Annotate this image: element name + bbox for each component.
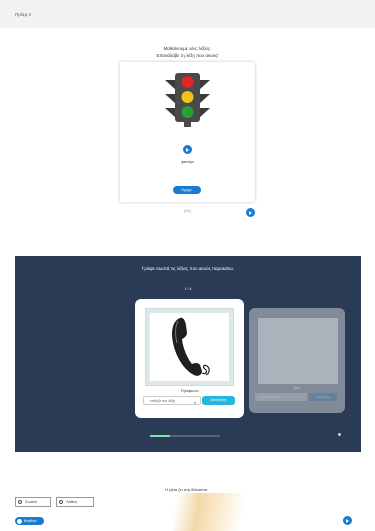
word-select-placeholder: επίλεξε την λέξη: [150, 399, 176, 403]
radio-icon: [18, 500, 22, 504]
exercise-panel: Γράψε σωστά τις λέξεις που ακούς παρακάτ…: [15, 256, 361, 452]
slide-counter: 1 / 4: [184, 287, 192, 291]
progress-fill: [150, 435, 170, 437]
record-button-label: Ηχογρ.: [181, 188, 193, 192]
red-light: [181, 76, 194, 88]
card-word-label: Τηλέφωνο: [180, 388, 199, 393]
preview-word-select: επίλεξε την λέξη: [255, 393, 307, 401]
preview-word-label: Ώρα: [293, 386, 301, 390]
record-button[interactable]: Ηχογρ.: [173, 186, 201, 194]
pager-dot[interactable]: [338, 433, 341, 436]
next-arrow-icon[interactable]: [246, 208, 255, 217]
instruction-subtitle: Επανάλαβε τη λέξη που ακούς!: [156, 53, 219, 58]
word-label: φανάρι: [181, 159, 194, 164]
option-false[interactable]: Λάθος: [56, 497, 94, 507]
help-icon: [17, 518, 22, 524]
help-button[interactable]: Βοήθεια: [15, 517, 44, 525]
radio-icon: [59, 500, 63, 504]
progress-bar: [150, 435, 220, 437]
top-bar: Πρίσμ 4: [0, 0, 375, 28]
option-true-label: Σωστό: [25, 499, 37, 504]
image-frame: [145, 308, 234, 386]
play-audio-icon[interactable]: [183, 145, 192, 154]
yellow-light: [181, 91, 194, 103]
preview-check-button: Απάντηση: [309, 393, 337, 401]
chevron-down-icon: ▾: [194, 401, 196, 405]
clock-image-faded: [258, 318, 338, 384]
word-select[interactable]: επίλεξε την λέξη ▾: [143, 396, 201, 405]
green-light: [181, 106, 194, 118]
active-card: Τηλέφωνο επίλεξε την λέξη ▾ Απάντηση: [135, 299, 244, 418]
exercise-title: Γράψε σωστά τις λέξεις που ακούς παρακάτ…: [141, 266, 235, 271]
statement-text: Η γάτα ζει στη θάλασσα.: [165, 487, 209, 492]
help-button-label: Βοήθεια: [24, 519, 37, 523]
option-false-label: Λάθος: [66, 499, 78, 504]
attempt-counter: (0/0): [183, 209, 192, 213]
option-true[interactable]: Σωστό: [15, 497, 51, 507]
instruction-title: Μαθαίνουμε νέες λέξεις.: [163, 46, 212, 51]
telephone-handset-image: [172, 317, 210, 376]
next-arrow-icon[interactable]: [343, 516, 352, 525]
word-card: φανάρι Ηχογρ.: [120, 62, 255, 202]
next-card-preview[interactable]: Ώρα επίλεξε την λέξη Απάντηση: [249, 308, 345, 413]
check-answer-button[interactable]: Απάντηση: [202, 396, 235, 405]
beach-image: [165, 493, 260, 531]
breadcrumb[interactable]: Πρίσμ 4: [15, 12, 31, 17]
traffic-light-image: [165, 73, 210, 127]
